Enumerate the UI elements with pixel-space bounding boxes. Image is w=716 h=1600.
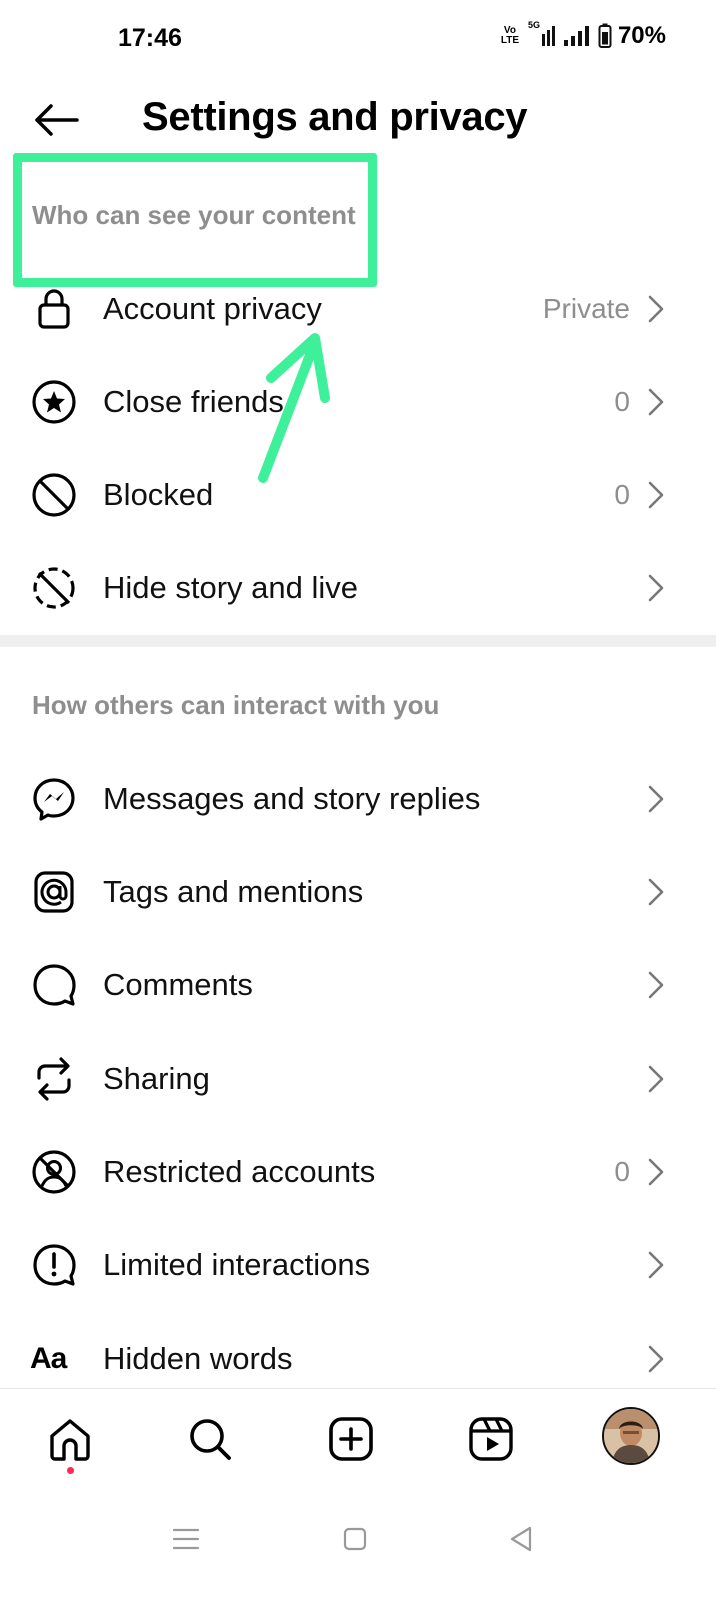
profile-avatar[interactable] xyxy=(602,1407,660,1465)
page-title: Settings and privacy xyxy=(142,95,528,139)
arrow-left-icon xyxy=(35,104,79,136)
row-comments[interactable]: Comments xyxy=(0,938,716,1032)
chevron-right-icon xyxy=(648,388,664,416)
chevron-right-icon xyxy=(648,785,664,813)
section-header-interactions: How others can interact with you xyxy=(32,690,440,720)
row-restricted[interactable]: Restricted accounts 0 xyxy=(0,1125,716,1219)
row-label: Blocked xyxy=(103,477,214,512)
at-sign-icon xyxy=(30,868,78,916)
avatar-image xyxy=(604,1409,658,1463)
chevron-right-icon xyxy=(648,295,664,323)
system-nav-bar xyxy=(0,1492,716,1600)
nav-home[interactable] xyxy=(42,1411,98,1474)
row-label: Hidden words xyxy=(103,1341,293,1376)
annotation-arrow xyxy=(258,333,330,483)
row-label: Restricted accounts xyxy=(103,1154,376,1189)
nav-create[interactable] xyxy=(323,1411,379,1467)
create-icon xyxy=(329,1417,373,1461)
chevron-right-icon xyxy=(648,481,664,509)
row-messages[interactable]: Messages and story replies xyxy=(0,752,716,846)
row-label: Hide story and live xyxy=(103,570,359,605)
row-label: Sharing xyxy=(103,1061,210,1096)
chevron-right-icon xyxy=(648,574,664,602)
triangle-back-icon xyxy=(510,1526,532,1552)
battery-icon xyxy=(598,23,612,48)
annotation-highlight-box xyxy=(13,153,377,287)
row-value: 0 xyxy=(614,479,630,510)
row-label: Tags and mentions xyxy=(103,874,364,909)
home-button[interactable] xyxy=(330,1514,380,1564)
back-button[interactable] xyxy=(28,96,84,144)
star-circle-icon xyxy=(30,378,78,426)
bottom-nav xyxy=(0,1388,716,1493)
nav-search[interactable] xyxy=(182,1411,238,1467)
row-value: 0 xyxy=(614,1156,630,1187)
limited-icon xyxy=(30,1241,78,1289)
block-icon xyxy=(30,471,78,519)
status-icons: Vo LTE 5G 70% xyxy=(498,20,666,50)
restricted-icon xyxy=(30,1148,78,1196)
row-sharing[interactable]: Sharing xyxy=(0,1032,716,1126)
row-limited-interactions[interactable]: Limited interactions xyxy=(0,1218,716,1312)
chevron-right-icon xyxy=(648,971,664,999)
signal-icon xyxy=(563,26,589,46)
square-icon xyxy=(343,1527,367,1551)
signal-5g-icon: 5G xyxy=(528,20,556,48)
row-tags-mentions[interactable]: Tags and mentions xyxy=(0,845,716,939)
battery-percent: 70% xyxy=(617,22,666,49)
recent-apps-button[interactable] xyxy=(161,1514,211,1564)
row-blocked[interactable]: Blocked 0 xyxy=(0,448,716,542)
chevron-right-icon xyxy=(648,1158,664,1186)
comment-icon xyxy=(30,961,78,1009)
section-divider xyxy=(0,635,716,647)
volte-indicator: Vo LTE xyxy=(500,25,520,46)
row-close-friends[interactable]: Close friends 0 xyxy=(0,355,716,449)
lock-icon xyxy=(30,285,78,333)
row-value: 0 xyxy=(614,386,630,417)
hide-story-icon xyxy=(30,564,78,612)
messenger-icon xyxy=(30,775,78,823)
search-icon xyxy=(190,1419,231,1460)
home-icon xyxy=(50,1419,90,1461)
notification-dot xyxy=(67,1467,74,1474)
text-aa-icon: Aa xyxy=(30,1342,67,1375)
menu-lines-icon xyxy=(172,1528,200,1550)
chevron-right-icon xyxy=(648,1065,664,1093)
chevron-right-icon xyxy=(648,878,664,906)
row-value: Private xyxy=(542,293,630,324)
chevron-right-icon xyxy=(648,1345,664,1373)
row-label: Comments xyxy=(103,967,253,1002)
nav-reels[interactable] xyxy=(463,1411,519,1467)
status-time: 17:46 xyxy=(118,24,182,52)
row-hide-story[interactable]: Hide story and live xyxy=(0,541,716,635)
share-icon xyxy=(30,1055,78,1103)
row-label: Messages and story replies xyxy=(103,781,481,816)
reels-icon xyxy=(469,1417,513,1461)
chevron-right-icon xyxy=(648,1251,664,1279)
system-back-button[interactable] xyxy=(496,1514,546,1564)
row-label: Limited interactions xyxy=(103,1247,371,1282)
